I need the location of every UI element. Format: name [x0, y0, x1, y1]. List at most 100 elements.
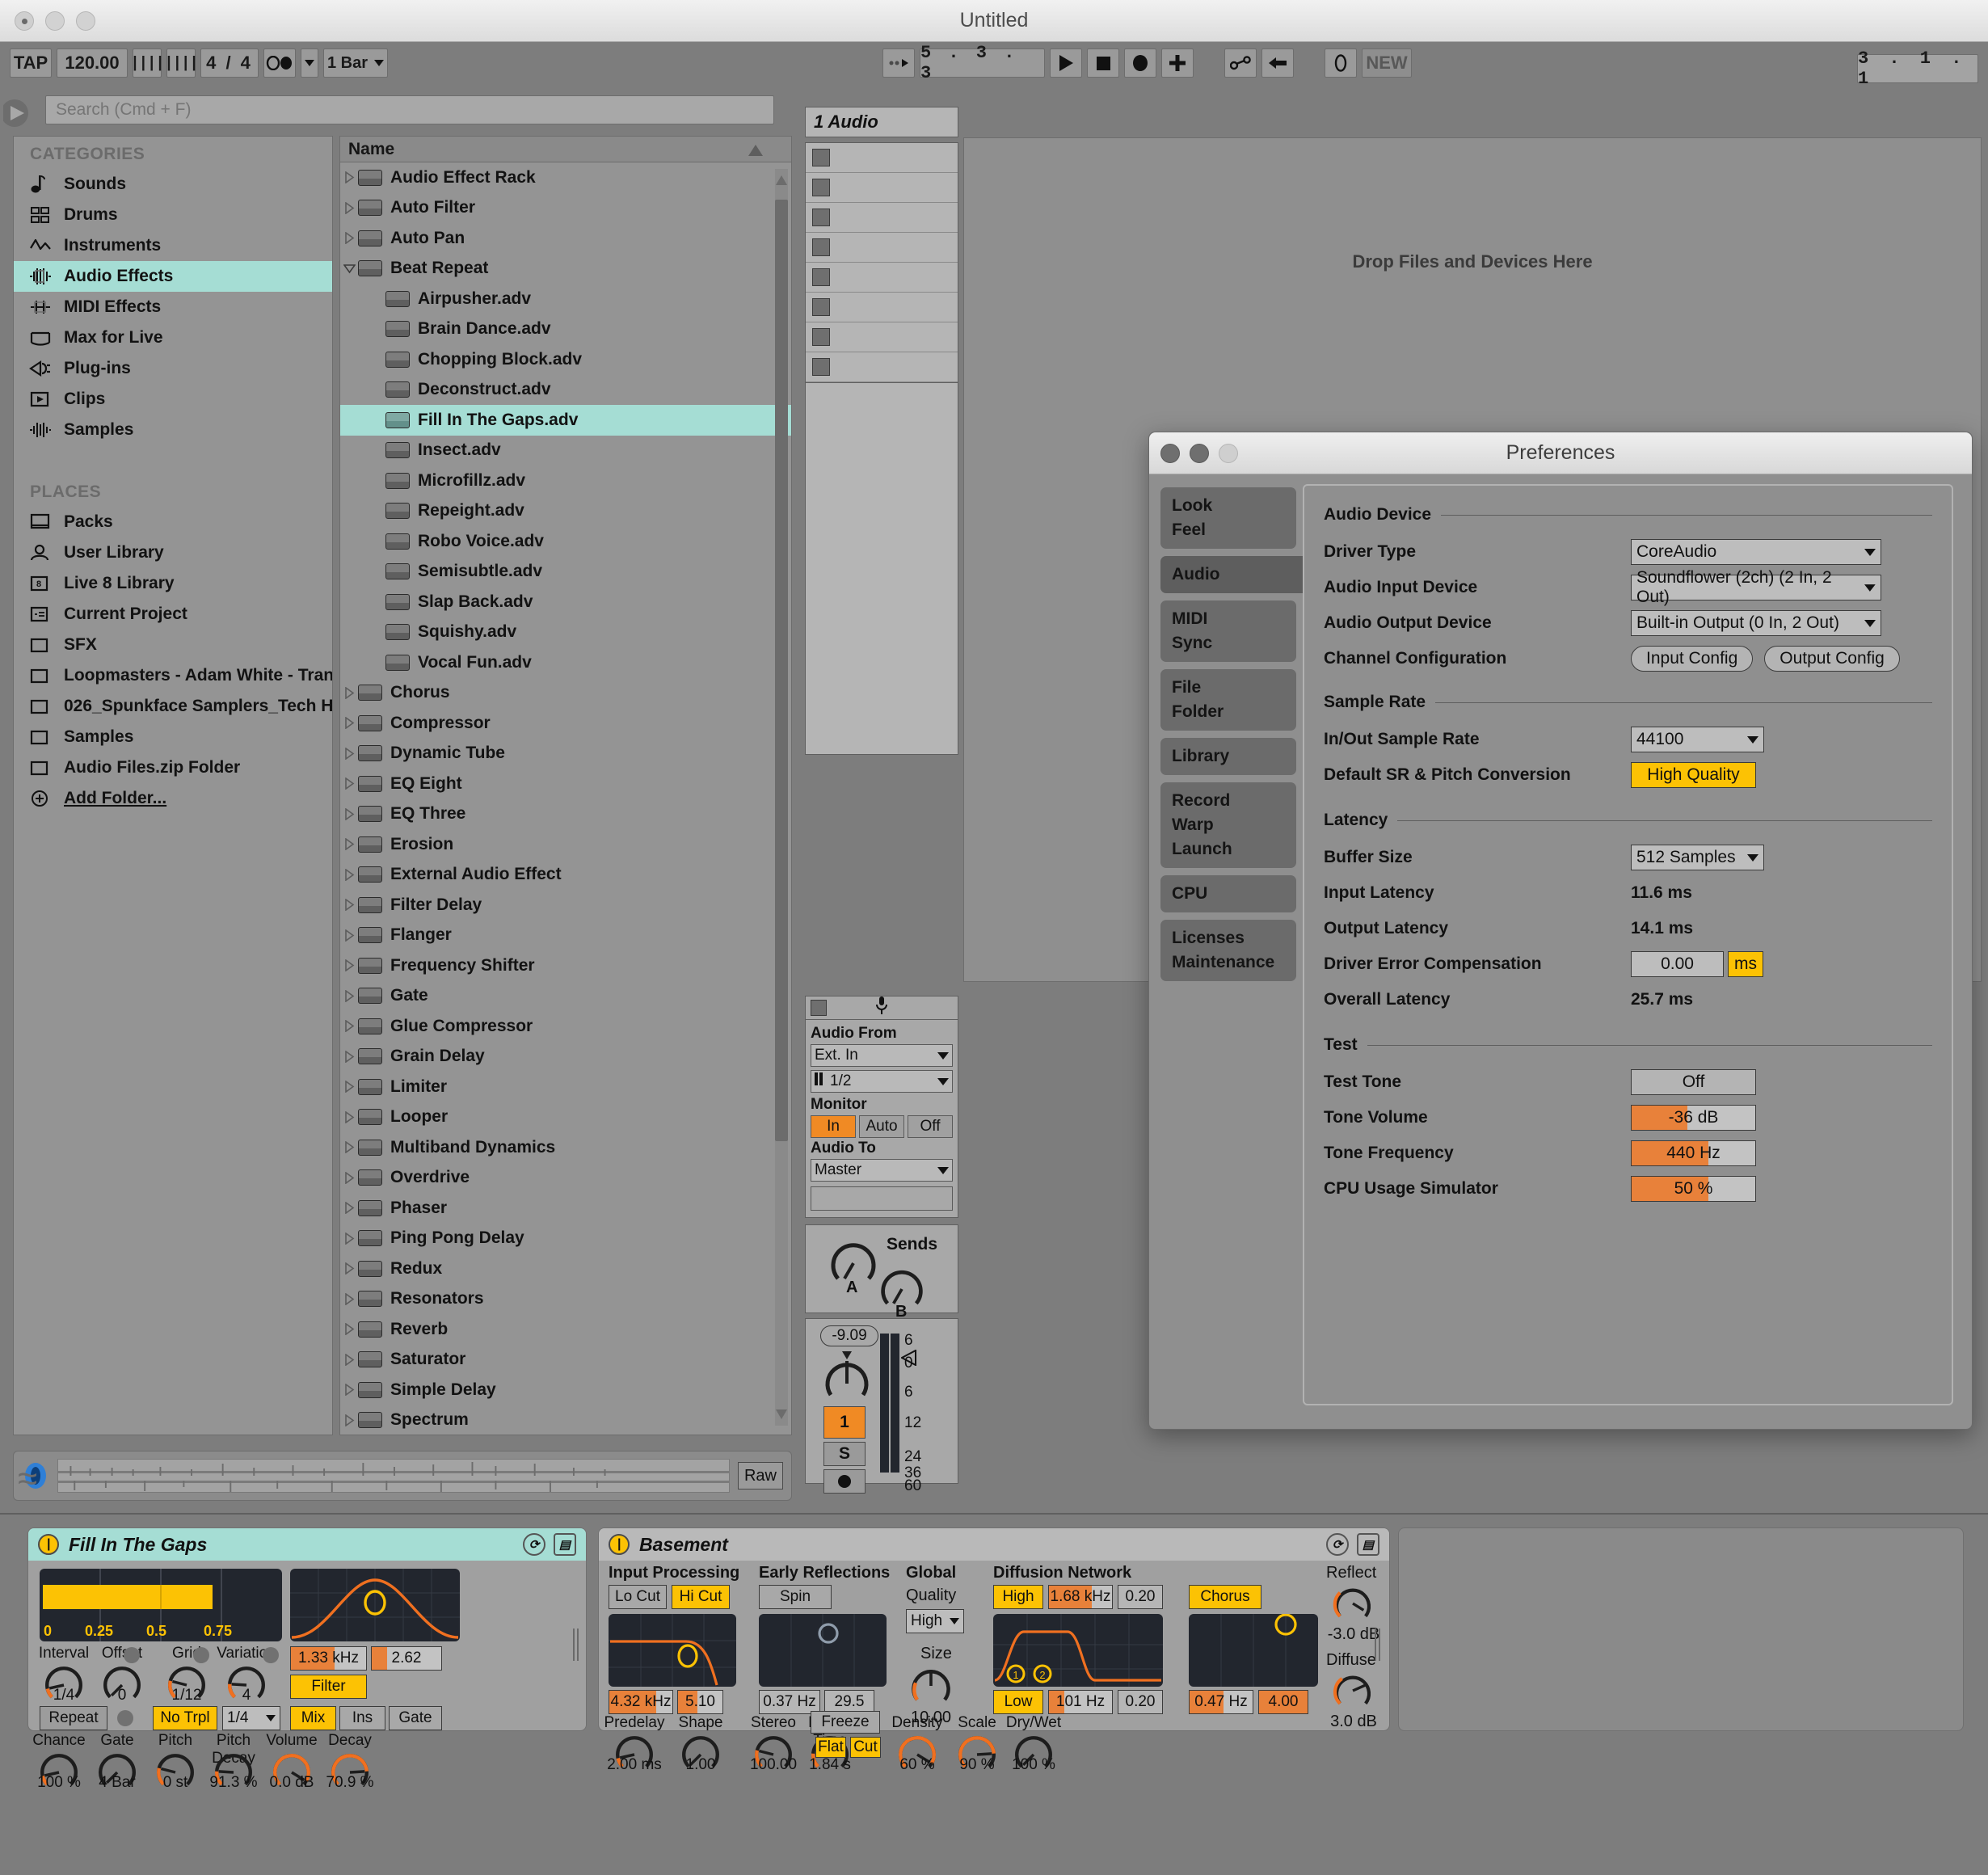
- clip-stop-button[interactable]: [812, 238, 830, 256]
- quality-select[interactable]: High: [906, 1609, 964, 1633]
- scroll-down-icon[interactable]: [776, 1405, 787, 1424]
- browser-row[interactable]: Ping Pong Delay: [340, 1224, 791, 1254]
- clip-stop-button[interactable]: [812, 209, 830, 226]
- clip-stop-button[interactable]: [812, 328, 830, 346]
- browser-row[interactable]: Squishy.adv: [340, 617, 791, 648]
- chevron-right-icon[interactable]: [340, 777, 358, 790]
- monitor-auto-button[interactable]: Auto: [859, 1115, 904, 1138]
- chevron-right-icon[interactable]: [340, 1262, 358, 1275]
- places-item-sfx[interactable]: SFX: [14, 630, 332, 660]
- record-button[interactable]: [1124, 48, 1156, 78]
- scroll-up-icon[interactable]: [776, 171, 787, 190]
- clip-stop-button[interactable]: [812, 179, 830, 196]
- audio-from-channel-select[interactable]: 1/2: [811, 1070, 953, 1093]
- back-arrow-icon[interactable]: [1261, 48, 1294, 78]
- diffusion-high-q-field[interactable]: 0.20: [1118, 1585, 1163, 1609]
- browser-scrollbar[interactable]: [775, 169, 788, 1426]
- hi-cut-button[interactable]: Hi Cut: [672, 1585, 730, 1609]
- chevron-right-icon[interactable]: [340, 899, 358, 912]
- cut-button[interactable]: Cut: [850, 1737, 881, 1758]
- chevron-right-icon[interactable]: [340, 807, 358, 820]
- browser-row[interactable]: Resonators: [340, 1284, 791, 1315]
- preferences-tab-library[interactable]: Library: [1160, 738, 1296, 775]
- repeat-button[interactable]: Repeat: [40, 1706, 107, 1730]
- input-freq-field[interactable]: 4.32 kHz: [609, 1690, 673, 1714]
- input-filter-graph[interactable]: [609, 1614, 736, 1687]
- nudge-icon[interactable]: [882, 48, 915, 78]
- play-button[interactable]: [1050, 48, 1082, 78]
- chevron-right-icon[interactable]: [340, 1050, 358, 1063]
- places-item-current-project[interactable]: Current Project: [14, 599, 332, 630]
- freeze-button[interactable]: Freeze: [811, 1711, 880, 1734]
- spin-rate-field[interactable]: 0.37 Hz: [759, 1690, 820, 1714]
- diffusion-low-freq-field[interactable]: 101 Hz: [1048, 1690, 1113, 1714]
- time-signature-field[interactable]: 4 / 4: [200, 48, 259, 78]
- empty-slot-area[interactable]: [805, 383, 958, 755]
- browser-row[interactable]: EQ Eight: [340, 769, 791, 799]
- sidebar-item-samples[interactable]: Samples: [14, 415, 332, 445]
- browser-row[interactable]: Fill In The Gaps.adv: [340, 405, 791, 436]
- chevron-right-icon[interactable]: [340, 232, 358, 245]
- modulation-dot[interactable]: [263, 1647, 279, 1663]
- clip-stop-button[interactable]: [812, 298, 830, 316]
- browser-row[interactable]: Multiband Dynamics: [340, 1132, 791, 1163]
- sidebar-item-sounds[interactable]: Sounds: [14, 169, 332, 200]
- device-title-bar-reverb[interactable]: | Basement ⟳ ▤: [599, 1528, 1389, 1561]
- browser-row[interactable]: Airpusher.adv: [340, 284, 791, 314]
- places-item-packs[interactable]: Packs: [14, 507, 332, 537]
- driver-error-unit-button[interactable]: ms: [1728, 951, 1763, 977]
- preferences-tab-audio[interactable]: Audio: [1160, 556, 1304, 593]
- clip-slot[interactable]: [806, 352, 958, 382]
- variation-interval-select[interactable]: 1/4: [222, 1706, 280, 1730]
- chevron-right-icon[interactable]: [340, 868, 358, 881]
- browser-column-header[interactable]: Name: [340, 137, 791, 162]
- chevron-right-icon[interactable]: [340, 1232, 358, 1245]
- device-grip[interactable]: [573, 1629, 583, 1666]
- browser-row[interactable]: External Audio Effect: [340, 860, 791, 891]
- browser-row[interactable]: Redux: [340, 1254, 791, 1284]
- flat-button[interactable]: Flat: [815, 1737, 846, 1758]
- chevron-right-icon[interactable]: [340, 959, 358, 972]
- browser-row[interactable]: Overdrive: [340, 1163, 791, 1194]
- early-reflections-graph[interactable]: [759, 1614, 887, 1687]
- tone-volume-slider[interactable]: -36 dB: [1631, 1105, 1756, 1131]
- clip-slot[interactable]: [806, 322, 958, 352]
- raw-button[interactable]: Raw: [738, 1462, 783, 1489]
- stop-button[interactable]: [1087, 48, 1119, 78]
- browser-row[interactable]: Frequency Shifter: [340, 950, 791, 981]
- clip-slot[interactable]: [806, 143, 958, 173]
- nudge-icon[interactable]: ||||: [164, 48, 199, 78]
- chevron-right-icon[interactable]: [340, 686, 358, 699]
- output-config-button[interactable]: Output Config: [1764, 646, 1900, 672]
- link-icon[interactable]: [1224, 48, 1257, 78]
- mix-button[interactable]: Mix: [290, 1706, 336, 1730]
- filter-toggle-button[interactable]: Filter: [290, 1675, 367, 1699]
- places-item-user-library[interactable]: User Library: [14, 537, 332, 568]
- inout-sample-rate-select[interactable]: 44100: [1631, 727, 1764, 752]
- chevron-right-icon[interactable]: [340, 1110, 358, 1123]
- gate-button[interactable]: Gate: [389, 1706, 442, 1730]
- browser-row[interactable]: Reverb: [340, 1314, 791, 1345]
- chevron-right-icon[interactable]: [340, 201, 358, 214]
- sort-ascending-icon[interactable]: [748, 142, 764, 162]
- search-input[interactable]: [45, 95, 774, 124]
- chevron-right-icon[interactable]: [340, 838, 358, 851]
- empty-device-slot[interactable]: [1398, 1527, 1964, 1731]
- overdub-button[interactable]: [1161, 48, 1194, 78]
- browser-row[interactable]: Looper: [340, 1102, 791, 1133]
- chorus-amount-field[interactable]: 4.00: [1258, 1690, 1308, 1714]
- solo-button[interactable]: S: [823, 1442, 866, 1466]
- hot-swap-icon[interactable]: ⟳: [523, 1533, 545, 1556]
- filter-graph[interactable]: [290, 1569, 460, 1641]
- cpu-usage-simulator-slider[interactable]: 50 %: [1631, 1176, 1756, 1202]
- browser-row[interactable]: Grain Delay: [340, 1042, 791, 1072]
- track-activator-button[interactable]: 1: [823, 1406, 866, 1439]
- track-name[interactable]: 1 Audio: [805, 107, 958, 137]
- clip-slot[interactable]: [806, 263, 958, 293]
- chevron-down-icon[interactable]: [340, 263, 358, 274]
- places-item-samples[interactable]: Samples: [14, 722, 332, 752]
- browser-row[interactable]: Flanger: [340, 921, 791, 951]
- sidebar-item-instruments[interactable]: Instruments: [14, 230, 332, 261]
- audio-from-select[interactable]: Ext. In: [811, 1044, 953, 1067]
- diffusion-low-button[interactable]: Low: [993, 1690, 1043, 1714]
